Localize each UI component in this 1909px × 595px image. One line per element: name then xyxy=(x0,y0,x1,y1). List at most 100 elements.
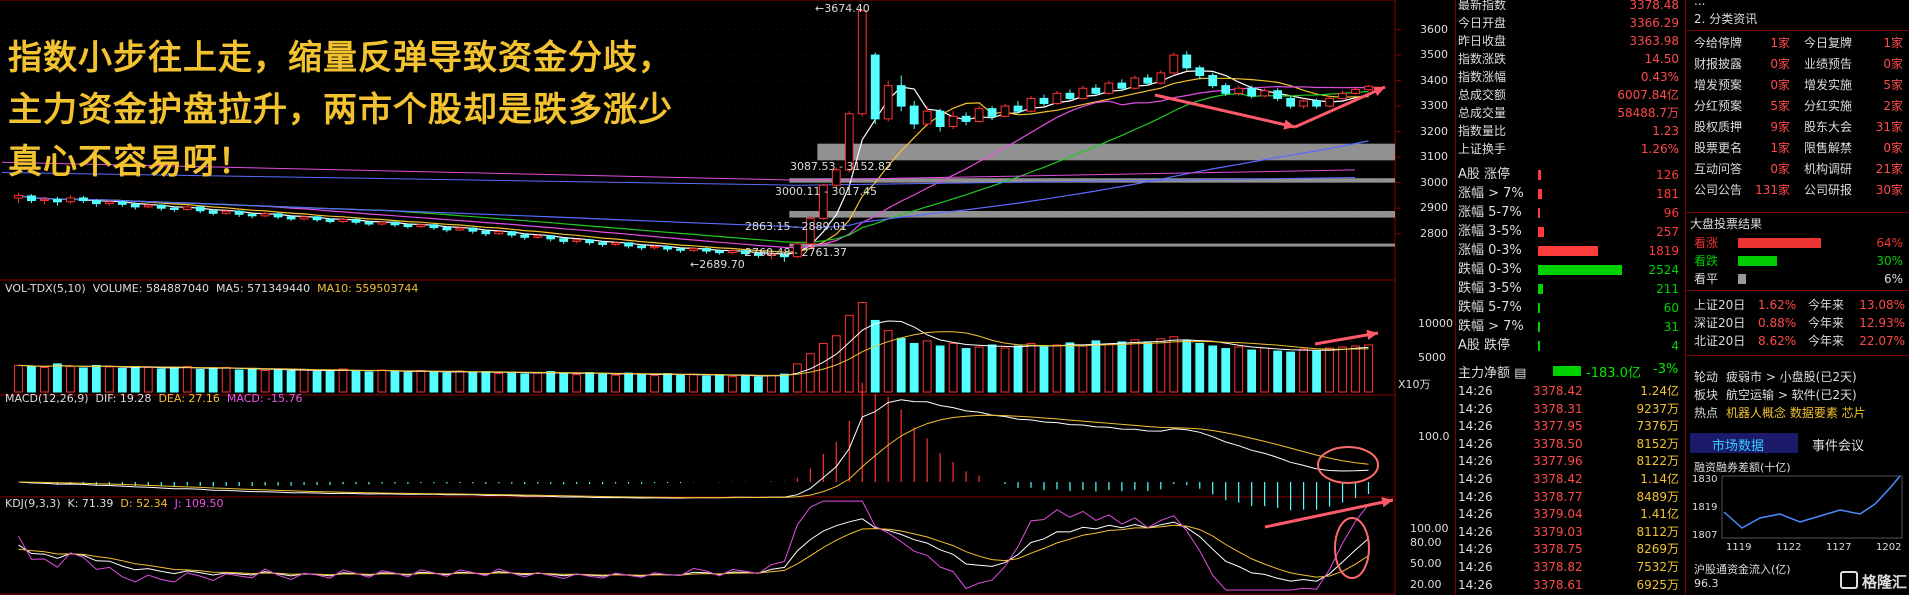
breadth-row[interactable]: 涨幅 3-5% 257 xyxy=(1458,223,1683,241)
candle-body xyxy=(1234,87,1244,94)
breadth-row[interactable]: A股 跌停 4 xyxy=(1458,337,1683,355)
candle-body xyxy=(637,245,646,249)
candle-body xyxy=(624,242,633,247)
tick-volume: 8152万 xyxy=(1636,436,1679,451)
tick-time: 14:26 xyxy=(1458,577,1493,592)
candle-body xyxy=(1221,85,1231,94)
candle-body xyxy=(870,54,880,120)
breadth-bar xyxy=(1538,322,1540,332)
news-header[interactable]: 2. 分类资讯 xyxy=(1694,10,1757,27)
candle-body xyxy=(66,197,75,203)
macd-dea-line xyxy=(18,414,1369,499)
breadth-value: 257 xyxy=(1656,225,1679,239)
event-row[interactable]: 财报披露 0家 业绩预告 0家 xyxy=(1690,55,1909,73)
volume-bar xyxy=(559,373,569,393)
breadth-row[interactable]: 跌幅 5-7% 60 xyxy=(1458,299,1683,317)
volume-bar xyxy=(948,342,958,393)
candle-body xyxy=(909,105,919,125)
candle-body xyxy=(961,115,971,122)
vol-unit: X10万 xyxy=(1398,378,1431,391)
breadth-row[interactable]: 涨幅 0-3% 1819 xyxy=(1458,242,1683,260)
tick-time: 14:26 xyxy=(1458,560,1493,574)
return-a-value: 0.88% xyxy=(1758,316,1797,330)
event-row[interactable]: 股权质押 9家 股东大会 31家 xyxy=(1690,118,1909,136)
tick-time: 14:26 xyxy=(1458,401,1493,416)
tab-market-data[interactable]: 市场数据 xyxy=(1712,435,1764,454)
event-b-label: 增发实施 xyxy=(1804,78,1853,92)
event-a-count: 0家 xyxy=(1770,162,1790,176)
event-row[interactable]: 股票更名 1家 限售解禁 0家 xyxy=(1690,139,1909,157)
kdj-d-line xyxy=(18,524,1369,578)
event-row[interactable]: 今给停牌 1家 今日复牌 1家 xyxy=(1690,34,1909,52)
candle-body xyxy=(325,219,335,222)
breadth-row[interactable]: A股 涨停 126 xyxy=(1458,166,1683,184)
rotation-key: 热点 xyxy=(1694,406,1719,420)
tick-time: 14:26 xyxy=(1458,419,1493,434)
tick-volume: 1.24亿 xyxy=(1640,384,1679,398)
breadth-row[interactable]: 涨幅 > 7% 181 xyxy=(1458,185,1683,203)
candle-body xyxy=(377,221,387,225)
tick-row: 14:26 3378.42 1.24亿 xyxy=(1458,382,1683,400)
event-b-label: 分红实施 xyxy=(1804,99,1853,113)
kdj-header: KDJ(9,3,3) K: 71.39 D: 52.34 J: 109.50 xyxy=(5,497,224,510)
margin-mini-chart: 1830 1819 1807 1119 1122 1127 1202 xyxy=(1692,474,1903,553)
zone4-label: 2760.48 - 2761.37 xyxy=(745,246,847,259)
candle-body xyxy=(676,248,685,251)
kdj-axis-50: 50.00 xyxy=(1410,557,1442,570)
candle-body xyxy=(91,200,101,205)
event-a-label: 公司公告 xyxy=(1694,183,1743,197)
breadth-label: 跌幅 5-7% xyxy=(1458,300,1522,315)
tick-time: 14:26 xyxy=(1458,489,1493,504)
event-row[interactable]: 互动问答 0家 机构调研 21家 xyxy=(1690,160,1909,178)
tick-row: 14:26 3378.82 7532万 xyxy=(1458,558,1683,576)
volume-bar xyxy=(169,367,179,393)
volume-bar xyxy=(766,375,776,393)
breadth-row[interactable]: 涨幅 5-7% 96 xyxy=(1458,204,1683,222)
tick-row: 14:26 3378.42 1.14亿 xyxy=(1458,470,1683,488)
volume-bar xyxy=(1065,342,1075,393)
tick-volume: 7376万 xyxy=(1636,419,1679,434)
index-info-value: 1.26% xyxy=(1640,142,1679,156)
rotation-row[interactable]: 轮动 疲弱市 > 小盘股(已2天) xyxy=(1690,368,1909,386)
volume-bar xyxy=(338,368,348,393)
breadth-row[interactable]: 跌幅 3-5% 211 xyxy=(1458,280,1683,298)
volume-bar xyxy=(1156,338,1166,393)
event-row[interactable]: 公司公告 131家 公司研报 30家 xyxy=(1690,181,1909,199)
index-info-label: 指数涨跌 xyxy=(1458,52,1507,66)
event-a-label: 股票更名 xyxy=(1694,141,1743,155)
tick-row: 14:26 3377.96 8122万 xyxy=(1458,452,1683,470)
price-down-arrow-shaft xyxy=(1154,93,1296,129)
candle-body xyxy=(987,108,997,117)
rotation-row[interactable]: 热点 机器人概念 数据要素 芯片 xyxy=(1690,404,1909,422)
candle-body xyxy=(1013,105,1023,112)
vote-bar xyxy=(1738,238,1821,248)
volume-bar xyxy=(1091,340,1101,393)
volume-bar xyxy=(857,302,867,393)
candle-body xyxy=(520,234,530,238)
volume-bar xyxy=(1026,342,1036,393)
tick-price: 3379.03 xyxy=(1533,524,1583,539)
zone2-label: 3000.11 - 3017.45 xyxy=(775,185,877,198)
candle-body xyxy=(728,250,737,254)
candle-body xyxy=(390,221,400,226)
kdj-axis-100: 100.00 xyxy=(1410,522,1449,535)
event-row[interactable]: 分红预案 5家 分红实施 2家 xyxy=(1690,97,1909,115)
event-b-label: 公司研报 xyxy=(1804,183,1853,197)
volume-bar xyxy=(987,344,997,393)
volume-bar xyxy=(624,372,633,393)
breadth-row[interactable]: 跌幅 > 7% 31 xyxy=(1458,318,1683,336)
tab-events-meetings[interactable]: 事件会议 xyxy=(1812,435,1864,454)
return-row: 北证20日 8.62% 今年来 22.07% xyxy=(1690,332,1909,350)
volume-bar xyxy=(66,365,75,393)
volume-bar xyxy=(286,370,296,393)
volume-bar xyxy=(689,373,698,393)
candle-body xyxy=(715,250,724,254)
rotation-row[interactable]: 板块 航空运输 > 软件(已2天) xyxy=(1690,386,1909,404)
event-row[interactable]: 增发预案 0家 增发实施 5家 xyxy=(1690,76,1909,94)
candle-body xyxy=(117,201,127,205)
macd-header: MACD(12,26,9) DIF: 19.28 DEA: 27.16 MACD… xyxy=(5,392,303,405)
volume-bar xyxy=(377,369,387,393)
candle-body xyxy=(1286,97,1296,107)
breadth-row[interactable]: 跌幅 0-3% 2524 xyxy=(1458,261,1683,279)
breadth-value: 4 xyxy=(1671,339,1679,353)
